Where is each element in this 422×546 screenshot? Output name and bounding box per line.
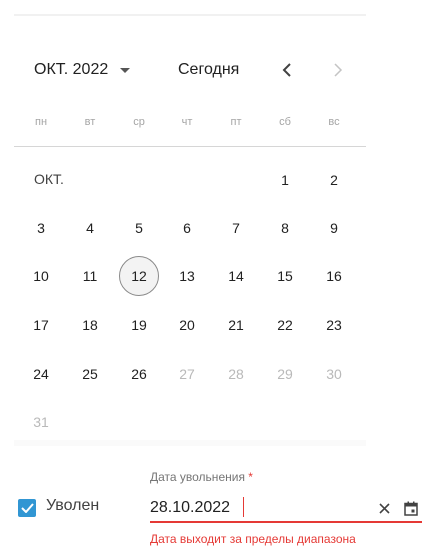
weekday-label: пн <box>34 116 48 128</box>
dismissal-date-error: Дата выходит за пределы диапазона <box>150 532 356 546</box>
dismissed-checkbox-label: Уволен <box>46 497 100 514</box>
dismissal-date-label: Дата увольнения * <box>150 470 253 484</box>
weekday-row: пн вт ср чт пт сб вс <box>14 116 366 132</box>
open-calendar-button[interactable] <box>403 499 419 517</box>
calendar-day[interactable]: 23 <box>314 305 354 345</box>
weekday-label: чт <box>181 116 193 128</box>
calendar-day: 29 <box>277 366 293 382</box>
calendar-day[interactable]: 15 <box>265 256 305 296</box>
close-icon <box>378 502 390 514</box>
required-mark: * <box>248 470 253 484</box>
calendar-day[interactable]: 11 <box>70 256 110 296</box>
calendar-day: 27 <box>179 366 195 382</box>
weekday-label: вс <box>328 116 340 128</box>
calendar-day[interactable]: 9 <box>314 208 354 248</box>
today-button[interactable]: Сегодня <box>178 56 239 84</box>
weekday-divider <box>14 146 366 147</box>
calendar-day[interactable]: 5 <box>119 208 159 248</box>
calendar-day[interactable]: 6 <box>167 208 207 248</box>
checkmark-icon <box>20 503 34 513</box>
calendar-day[interactable]: 14 <box>216 256 256 296</box>
dismissal-date-label-text: Дата увольнения <box>150 470 245 484</box>
calendar-day: 30 <box>326 366 342 382</box>
calendar-day[interactable]: 25 <box>70 354 110 394</box>
top-divider <box>14 14 366 16</box>
chevron-right-icon <box>334 63 343 77</box>
calendar-day[interactable]: 26 <box>119 354 159 394</box>
calendar-day[interactable]: 20 <box>167 305 207 345</box>
caret-down-icon <box>120 67 131 73</box>
calendar-day[interactable]: 13 <box>167 256 207 296</box>
calendar-day-selected[interactable]: 12 <box>119 256 159 296</box>
calendar-day[interactable]: 1 <box>265 160 305 200</box>
dismissed-checkbox[interactable] <box>18 499 36 517</box>
calendar-day[interactable]: 4 <box>70 208 110 248</box>
previous-month-button[interactable] <box>273 56 301 84</box>
calendar-day[interactable]: 19 <box>119 305 159 345</box>
calendar-day: 28 <box>228 366 244 382</box>
weekday-label: пт <box>230 116 242 128</box>
calendar-day[interactable]: 17 <box>21 305 61 345</box>
calendar-day: 31 <box>33 414 49 430</box>
calendar-day[interactable]: 22 <box>265 305 305 345</box>
next-month-button[interactable] <box>324 56 352 84</box>
clear-date-button[interactable] <box>376 499 392 517</box>
calendar-day[interactable]: 18 <box>70 305 110 345</box>
calendar-day[interactable]: 8 <box>265 208 305 248</box>
datepicker-header: ОКТ. 2022 Сегодня <box>14 56 366 84</box>
calendar-icon <box>404 501 418 516</box>
month-year-label: ОКТ. 2022 <box>34 61 109 78</box>
weekday-label: ср <box>133 116 145 128</box>
calendar-day[interactable]: 24 <box>21 354 61 394</box>
month-label: ОКТ. <box>34 171 64 187</box>
chevron-left-icon <box>282 63 291 77</box>
dismissal-date-input[interactable] <box>150 496 360 520</box>
calendar-day[interactable]: 3 <box>21 208 61 248</box>
month-year-selector[interactable]: ОКТ. 2022 <box>34 56 131 84</box>
weekday-label: сб <box>279 116 291 128</box>
calendar-day[interactable]: 21 <box>216 305 256 345</box>
datepicker-bottom-edge <box>14 440 366 446</box>
calendar-day[interactable]: 2 <box>314 160 354 200</box>
calendar-day[interactable]: 7 <box>216 208 256 248</box>
dismissal-date-underline <box>150 521 422 523</box>
calendar-day[interactable]: 16 <box>314 256 354 296</box>
weekday-label: вт <box>84 116 96 128</box>
text-cursor <box>243 497 244 517</box>
calendar-day[interactable]: 10 <box>21 256 61 296</box>
